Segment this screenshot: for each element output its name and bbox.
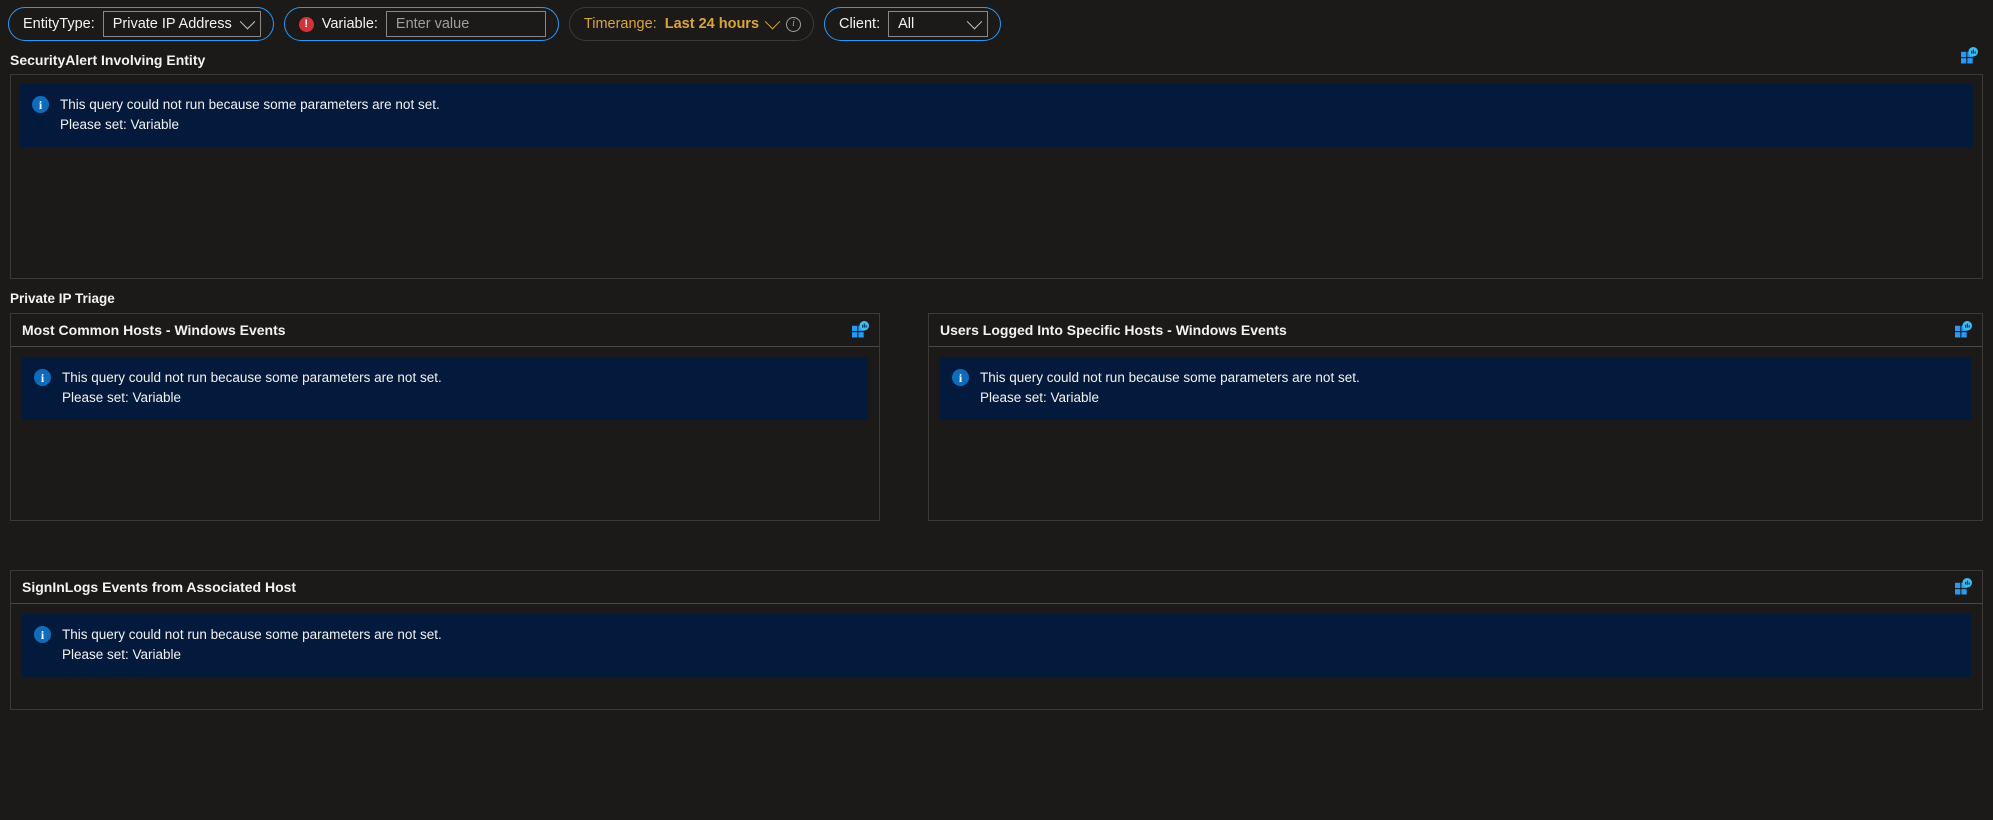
client-parameter[interactable]: Client: All <box>824 7 1002 41</box>
triage-panels-row: Most Common Hosts - Windows Events i Thi… <box>10 313 1983 521</box>
panel-security-alert: i This query could not run because some … <box>10 47 1983 279</box>
panel-users-logged-in-header: Users Logged Into Specific Hosts - Windo… <box>929 314 1982 347</box>
entity-type-parameter[interactable]: EntityType: Private IP Address <box>8 7 274 41</box>
warning-line-2: Please set: Variable <box>60 116 180 132</box>
add-chart-icon[interactable] <box>1955 321 1972 338</box>
panel-most-common-hosts-title: Most Common Hosts - Windows Events <box>22 321 286 338</box>
info-icon[interactable]: i <box>786 16 802 32</box>
panel-security-alert-toolbar <box>1961 47 1982 64</box>
timerange-parameter[interactable]: Timerange: Last 24 hours i <box>568 7 815 41</box>
panel-signinlogs: SignInLogs Events from Associated Host i… <box>10 570 1983 710</box>
query-warning-banner: i This query could not run because some … <box>22 357 868 420</box>
add-chart-icon[interactable] <box>1955 578 1972 595</box>
query-warning-text: This query could not run because some pa… <box>60 95 440 135</box>
warning-line-1: This query could not run because some pa… <box>62 370 442 385</box>
info-icon: i <box>32 96 49 113</box>
query-warning-text: This query could not run because some pa… <box>980 368 1360 408</box>
entity-type-value: Private IP Address <box>112 15 232 32</box>
variable-placeholder: Enter value <box>395 15 470 32</box>
warning-line-1: This query could not run because some pa… <box>62 627 442 642</box>
chevron-down-icon[interactable] <box>764 13 781 29</box>
info-icon: i <box>34 369 51 386</box>
panel-most-common-hosts-header: Most Common Hosts - Windows Events <box>11 314 879 347</box>
entity-type-label: EntityType: <box>23 15 95 32</box>
warning-line-2: Please set: Variable <box>980 389 1100 405</box>
parameters-bar: EntityType: Private IP Address ! Variabl… <box>0 0 1993 48</box>
query-warning-banner: i This query could not run because some … <box>22 614 1971 677</box>
chevron-down-icon <box>239 13 256 29</box>
warning-line-1: This query could not run because some pa… <box>60 97 440 112</box>
variable-parameter[interactable]: ! Variable: Enter value <box>283 7 559 41</box>
panel-users-logged-in-body: i This query could not run because some … <box>929 347 1982 431</box>
panel-most-common-hosts-body: i This query could not run because some … <box>11 347 879 431</box>
client-value: All <box>898 15 915 32</box>
info-icon: i <box>34 626 51 643</box>
panel-signinlogs-header: SignInLogs Events from Associated Host <box>11 571 1982 604</box>
error-icon: ! <box>298 16 314 32</box>
query-warning-text: This query could not run because some pa… <box>62 625 442 665</box>
query-warning-text: This query could not run because some pa… <box>62 368 442 408</box>
variable-input[interactable]: Enter value <box>385 11 546 37</box>
add-chart-icon[interactable] <box>852 321 869 338</box>
panel-users-logged-in-title: Users Logged Into Specific Hosts - Windo… <box>940 321 1287 338</box>
chevron-down-icon <box>966 13 983 29</box>
panel-users-logged-in: Users Logged Into Specific Hosts - Windo… <box>928 313 1983 521</box>
info-icon: i <box>952 369 969 386</box>
panel-signinlogs-body: i This query could not run because some … <box>11 604 1982 688</box>
query-warning-banner: i This query could not run because some … <box>940 357 1971 420</box>
entity-type-select[interactable]: Private IP Address <box>102 11 261 37</box>
group-title-private-ip-triage: Private IP Triage <box>10 291 115 306</box>
add-chart-icon[interactable] <box>1961 47 1978 64</box>
panel-signinlogs-title: SignInLogs Events from Associated Host <box>22 578 297 595</box>
warning-line-2: Please set: Variable <box>62 389 182 405</box>
timerange-label: Timerange: <box>583 15 657 32</box>
panel-most-common-hosts: Most Common Hosts - Windows Events i Thi… <box>10 313 880 521</box>
query-warning-banner: i This query could not run because some … <box>20 84 1973 147</box>
warning-line-1: This query could not run because some pa… <box>980 370 1360 385</box>
client-select[interactable]: All <box>888 11 989 37</box>
variable-label: Variable: <box>321 15 378 32</box>
warning-line-2: Please set: Variable <box>62 646 182 662</box>
timerange-value: Last 24 hours <box>664 16 760 32</box>
section-title-security-alert: SecurityAlert Involving Entity <box>10 52 206 68</box>
client-label: Client: <box>839 15 881 32</box>
